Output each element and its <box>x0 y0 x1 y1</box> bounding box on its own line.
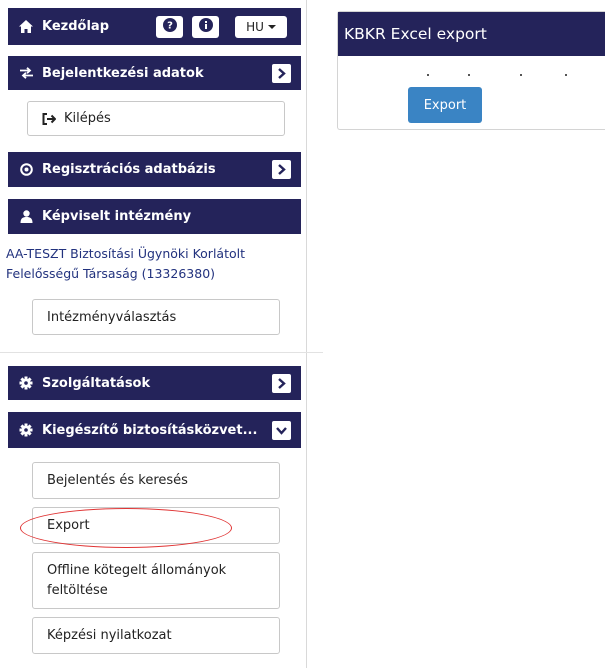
panel-artifact <box>468 74 470 76</box>
menu-item-label: Bejelentés és keresés <box>47 473 188 488</box>
exchange-icon <box>18 65 34 81</box>
institution-name: AA-TESZT Biztosítási Ügynöki Korlátolt F… <box>6 246 245 281</box>
svg-text:?: ? <box>167 21 173 32</box>
login-section-title: Bejelentkezési adatok <box>42 65 204 81</box>
institution-section-header: Képviselt intézmény <box>8 199 301 234</box>
user-icon <box>18 209 34 225</box>
panel-header: KBKR Excel export <box>338 12 605 56</box>
menu-item-label: Képzési nyilatkozat <box>47 628 172 643</box>
institution-select-label: Intézményválasztás <box>47 309 177 325</box>
help-button[interactable]: ? <box>156 16 183 38</box>
menu-item-training-declaration[interactable]: Képzési nyilatkozat <box>32 617 280 654</box>
circle-dot-icon <box>18 162 34 178</box>
panel-artifact <box>565 74 567 76</box>
registry-section-header[interactable]: Regisztrációs adatbázis <box>8 152 301 187</box>
menu-item-report-search[interactable]: Bejelentés és keresés <box>32 462 280 499</box>
chevron-right-icon[interactable] <box>272 373 291 393</box>
caret-down-icon <box>267 25 276 29</box>
menu-item-offline-upload[interactable]: Offline kötegelt állományok feltöltése <box>32 552 280 609</box>
language-dropdown[interactable]: HU <box>235 16 287 38</box>
login-section-header[interactable]: Bejelentkezési adatok <box>8 56 301 90</box>
menu-item-label: Offline kötegelt állományok feltöltése <box>47 562 227 598</box>
panel-artifact <box>520 74 522 76</box>
section-divider <box>0 352 323 353</box>
language-label: HU <box>246 20 264 34</box>
panel-artifact <box>427 74 429 76</box>
chevron-right-icon[interactable] <box>272 63 291 83</box>
export-button-label: Export <box>423 97 467 113</box>
gear-icon <box>18 375 34 391</box>
supplementary-section-header[interactable]: Kiegészítő biztosításközvet... <box>8 412 301 448</box>
services-section-title: Szolgáltatások <box>42 375 151 391</box>
chevron-right-icon[interactable] <box>272 160 291 179</box>
gear-icon <box>18 422 34 438</box>
question-circle-icon: ? <box>162 18 177 36</box>
registry-section-title: Regisztrációs adatbázis <box>42 162 216 177</box>
info-circle-icon <box>198 18 213 36</box>
institution-select-button[interactable]: Intézményválasztás <box>32 299 280 335</box>
sign-out-icon <box>42 112 56 125</box>
chevron-down-icon[interactable] <box>272 420 291 440</box>
menu-item-label: Export <box>47 518 90 533</box>
sidebar: Kezdőlap ? HU Bejelentkezési adatok Kilé… <box>0 0 323 668</box>
home-icon <box>18 19 34 35</box>
info-button[interactable] <box>192 16 219 38</box>
supplementary-section-title: Kiegészítő biztosításközvet... <box>42 422 258 438</box>
institution-section-title: Képviselt intézmény <box>42 209 192 224</box>
logout-label: Kilépés <box>64 111 111 126</box>
services-section-header[interactable]: Szolgáltatások <box>8 366 301 400</box>
export-button[interactable]: Export <box>408 87 482 123</box>
menu-item-export[interactable]: Export <box>32 507 280 544</box>
panel-title: KBKR Excel export <box>344 25 487 43</box>
logout-button[interactable]: Kilépés <box>27 101 285 136</box>
